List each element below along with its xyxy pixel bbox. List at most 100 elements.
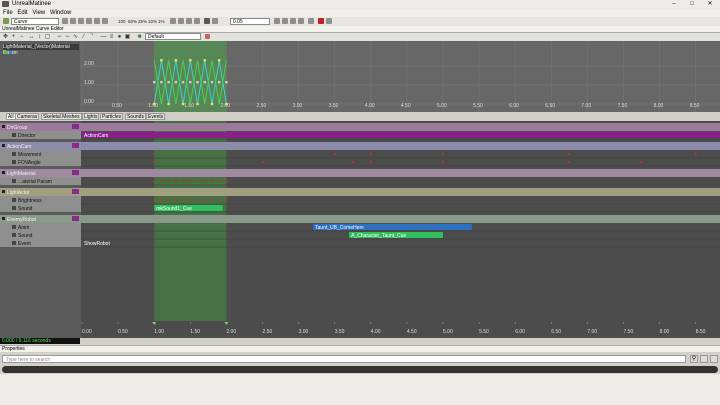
curve-key[interactable]	[160, 59, 163, 62]
curve-key[interactable]	[196, 80, 199, 84]
group-label[interactable]: LightActor	[7, 190, 30, 196]
reverse-icon[interactable]	[86, 18, 92, 24]
group-row[interactable]	[0, 215, 720, 223]
record-icon[interactable]	[102, 18, 108, 24]
curve-track-name[interactable]: LightMaterial_(Vector)Material Param	[3, 44, 79, 56]
curve-track-visibility-icon[interactable]	[9, 51, 12, 54]
track-view-svg[interactable]: DirGroup Director ActionCam ActionCam Moveme…	[0, 121, 720, 338]
track-label[interactable]: Sound	[18, 206, 33, 212]
group-row[interactable]	[0, 169, 720, 177]
speed-50[interactable]: 50%	[128, 18, 137, 25]
frame-icon[interactable]	[274, 18, 280, 24]
zoom-out-icon[interactable]: −	[18, 34, 25, 40]
curve-key[interactable]	[225, 102, 228, 106]
fit-icon[interactable]	[186, 18, 192, 24]
curve-key[interactable]	[153, 80, 156, 84]
tangent-auto-icon[interactable]: ∽	[56, 34, 63, 40]
lock-icon[interactable]	[700, 355, 708, 363]
fit-horizontal-icon[interactable]: ↔	[28, 34, 35, 40]
tab-lights[interactable]: Lights	[82, 113, 100, 120]
curve-track-color-icon[interactable]	[4, 51, 7, 54]
track-section[interactable]	[82, 132, 720, 138]
straighten-icon[interactable]: ≡	[108, 34, 115, 40]
group-label[interactable]: EnemyRobot	[7, 217, 37, 223]
group-camera-icon[interactable]	[72, 124, 79, 129]
track-label[interactable]: FOVAngle	[18, 160, 41, 166]
expand-icon[interactable]	[2, 125, 5, 128]
add-key-icon[interactable]	[3, 18, 9, 24]
track-view[interactable]: DirGroup Director ActionCam ActionCam Moveme…	[0, 121, 720, 338]
expand-icon[interactable]	[2, 171, 5, 174]
curve-key[interactable]	[167, 102, 170, 106]
movie-icon[interactable]	[170, 18, 176, 24]
group-camera-icon[interactable]	[72, 170, 79, 175]
group-camera-icon[interactable]	[72, 216, 79, 221]
curve-key[interactable]	[181, 102, 185, 106]
track-label[interactable]: Movement	[18, 152, 42, 158]
grid-icon[interactable]	[326, 18, 332, 24]
group-camera-icon[interactable]	[72, 143, 79, 148]
track-label[interactable]: Brightness	[18, 198, 42, 204]
record-stop-icon[interactable]	[318, 18, 324, 24]
menu-window[interactable]: Window	[50, 9, 71, 17]
loop-icon[interactable]	[70, 18, 76, 24]
track-label[interactable]: ...aterial Param	[18, 179, 52, 185]
group-row[interactable]	[0, 142, 720, 150]
tab-skeletal-meshes[interactable]: Skeletal Meshes	[41, 113, 82, 120]
curve-key[interactable]	[217, 80, 221, 84]
play-icon[interactable]	[62, 18, 68, 24]
speed-10[interactable]: 10%	[148, 18, 157, 25]
flatten-icon[interactable]: —	[100, 34, 107, 40]
close-button[interactable]: ✕	[701, 0, 719, 8]
fit-all-icon[interactable]: ▢	[44, 34, 51, 40]
curve-key[interactable]	[167, 80, 170, 84]
interp-mode-combo[interactable]: Curve (Auto/Clamped	[11, 18, 59, 32]
menu-file[interactable]: File	[3, 9, 13, 17]
zoom-icon[interactable]	[194, 18, 200, 24]
expand-icon[interactable]	[2, 144, 5, 147]
pan-icon[interactable]: ✥	[2, 34, 9, 40]
show-all-icon[interactable]: ●	[116, 34, 123, 40]
stop-icon[interactable]	[78, 18, 84, 24]
track-label[interactable]: Event	[18, 241, 31, 247]
options-icon[interactable]	[710, 355, 718, 363]
curve-key[interactable]	[174, 59, 178, 62]
key-prev-icon[interactable]	[282, 18, 288, 24]
tangent-constant-icon[interactable]: ⌝	[88, 34, 95, 40]
preset-combo[interactable]: Default	[145, 33, 201, 40]
curve-key[interactable]	[203, 80, 206, 84]
curve-key[interactable]	[196, 102, 199, 106]
curve-key[interactable]	[203, 59, 206, 62]
tab-cameras[interactable]: Cameras	[15, 113, 40, 120]
snap-icon[interactable]	[212, 18, 218, 24]
curve-key[interactable]	[217, 59, 221, 62]
speed-1[interactable]: 1%	[158, 18, 165, 25]
group-label[interactable]: DirGroup	[7, 125, 28, 131]
expand-icon[interactable]	[2, 190, 5, 193]
curve-key[interactable]	[210, 102, 214, 106]
menu-edit[interactable]: Edit	[17, 9, 27, 17]
track-label[interactable]: Director	[18, 133, 36, 139]
tab-events[interactable]: Events	[146, 113, 166, 120]
group-label[interactable]: LightMaterial	[7, 171, 36, 177]
properties-scrollbar[interactable]	[2, 366, 718, 373]
curve-key[interactable]	[174, 80, 178, 84]
curve-graph-svg[interactable]: 2.001.000.000.50 1.00 1.50 2.00 2.50 3.00 3.50…	[0, 41, 720, 112]
fit-vertical-icon[interactable]: ↕	[36, 34, 43, 40]
key-next-icon[interactable]	[290, 18, 296, 24]
maximize-button[interactable]: □	[683, 0, 701, 8]
curve-key[interactable]	[189, 80, 192, 84]
curve-key[interactable]	[225, 80, 228, 84]
area-icon[interactable]: ▣	[124, 34, 131, 40]
curve-key[interactable]	[153, 102, 156, 106]
speed-25[interactable]: 25%	[138, 18, 147, 25]
menu-view[interactable]: View	[32, 9, 45, 17]
speed-100[interactable]: 100	[118, 18, 126, 25]
preset-save-icon[interactable]: ▩	[204, 34, 211, 40]
track-label[interactable]: Anim	[18, 225, 29, 231]
curve-graph-area[interactable]: 2.00 1.00 0.00 0.50 1.00 1.50 2.00 2.50 3.00 3.50…	[0, 41, 720, 112]
curve-editor-toggle-icon[interactable]	[204, 18, 210, 24]
camera-icon[interactable]	[94, 18, 100, 24]
settings-icon[interactable]	[308, 18, 314, 24]
group-camera-icon[interactable]	[72, 189, 79, 194]
